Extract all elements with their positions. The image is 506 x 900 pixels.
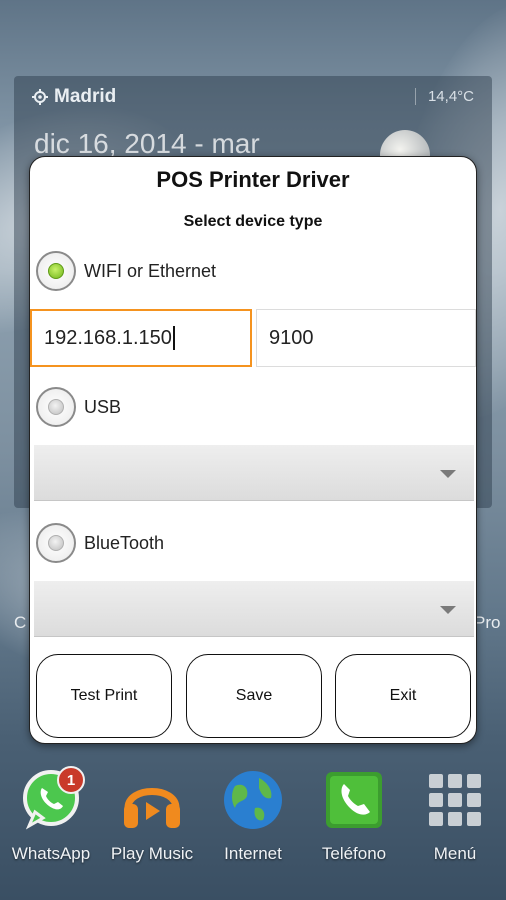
weather-location-label: Madrid <box>54 86 117 107</box>
dock-label: Internet <box>224 844 282 863</box>
bluetooth-device-dropdown[interactable] <box>34 581 474 637</box>
dock-label: Menú <box>433 844 477 863</box>
home-dock: 1 WhatsApp Play Music Internet Teléfono … <box>0 766 506 878</box>
radio-option-bluetooth[interactable]: BlueTooth <box>36 523 164 563</box>
dialog-subtitle: Select device type <box>183 213 323 230</box>
home-partial-label-left: C <box>14 613 27 632</box>
whatsapp-icon: 1 <box>19 766 85 832</box>
weather-location: Madrid <box>32 86 116 108</box>
port-input[interactable]: 9100 <box>256 309 476 367</box>
globe-icon <box>221 768 285 832</box>
radio-label-usb: USB <box>84 396 122 417</box>
radio-unchecked-indicator <box>48 535 64 551</box>
apps-grid-icon <box>423 768 487 832</box>
pos-printer-dialog: POS Printer Driver Select device type WI… <box>29 156 477 744</box>
text-cursor <box>172 326 175 350</box>
location-target-icon <box>32 89 48 105</box>
port-value: 9100 <box>269 326 314 349</box>
test-print-button[interactable]: Test Print <box>36 654 172 738</box>
save-button[interactable]: Save <box>186 654 322 738</box>
ip-address-input[interactable]: 192.168.1.150 <box>30 309 252 367</box>
radio-option-wifi[interactable]: WIFI or Ethernet <box>36 251 216 291</box>
dialog-title: POS Printer Driver <box>156 167 350 192</box>
radio-button-wifi[interactable] <box>36 251 76 291</box>
dock-app-whatsapp[interactable]: 1 WhatsApp <box>1 766 101 864</box>
ip-address-value: 192.168.1.150 <box>44 326 172 349</box>
dock-app-telefono[interactable]: Teléfono <box>304 768 404 864</box>
dock-label: WhatsApp <box>11 844 91 863</box>
radio-button-usb[interactable] <box>36 387 76 427</box>
phone-icon <box>322 768 386 832</box>
exit-button[interactable]: Exit <box>335 654 471 738</box>
home-partial-label-right: Pro <box>474 613 501 632</box>
notification-badge: 1 <box>57 766 85 794</box>
headphones-icon <box>120 768 184 832</box>
dropdown-arrow-icon <box>440 606 456 614</box>
dropdown-arrow-icon <box>440 470 456 478</box>
radio-checked-indicator <box>48 263 64 279</box>
radio-label-wifi: WIFI or Ethernet <box>84 260 217 281</box>
usb-device-dropdown[interactable] <box>34 445 474 501</box>
radio-option-usb[interactable]: USB <box>36 387 121 427</box>
dock-app-internet[interactable]: Internet <box>203 768 303 864</box>
weather-temperature: 14,4°C <box>414 88 474 105</box>
radio-button-bluetooth[interactable] <box>36 523 76 563</box>
radio-unchecked-indicator <box>48 399 64 415</box>
dock-app-menu[interactable]: Menú <box>405 768 505 864</box>
radio-label-bluetooth: BlueTooth <box>84 532 165 553</box>
dock-label: Play Music <box>110 844 194 863</box>
dock-app-play-music[interactable]: Play Music <box>102 768 202 864</box>
dock-label: Teléfono <box>321 844 387 863</box>
